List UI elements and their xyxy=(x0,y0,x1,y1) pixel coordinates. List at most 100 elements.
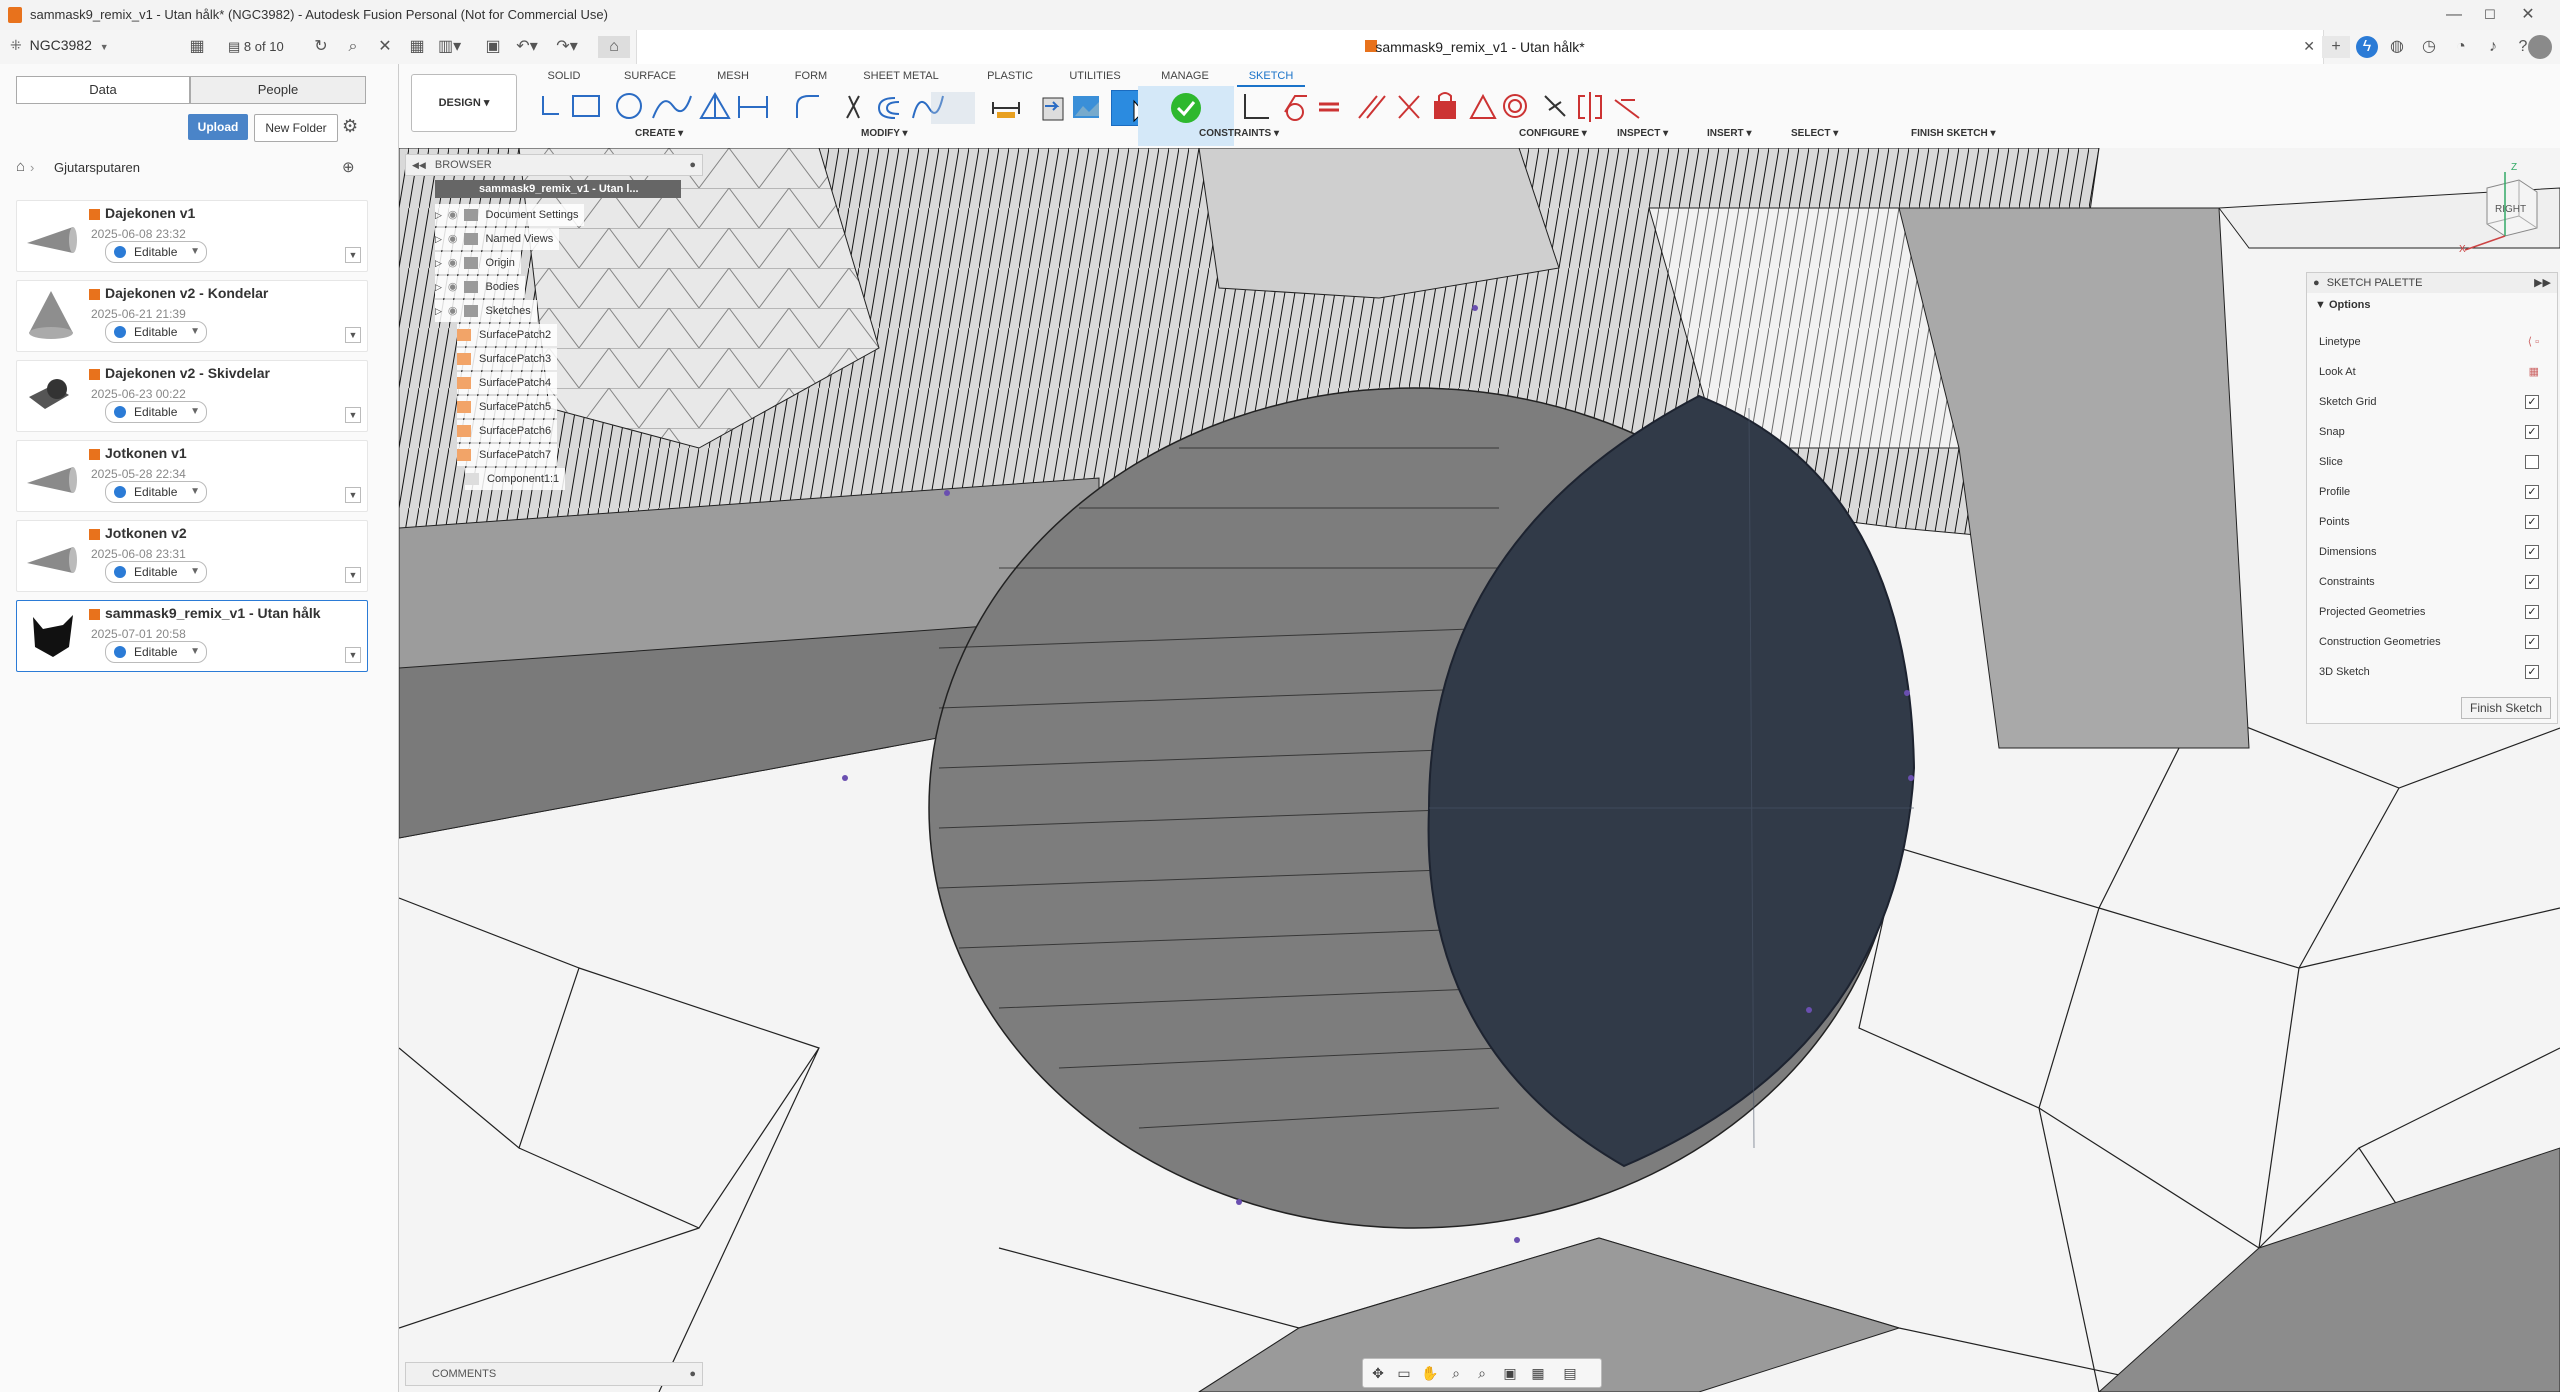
upload-button[interactable]: Upload xyxy=(188,114,248,140)
orbit-icon[interactable]: ✥ xyxy=(1367,1363,1389,1383)
viewcube[interactable]: RIGHT Z X xyxy=(2459,158,2555,258)
mesh-model-canvas[interactable] xyxy=(399,148,2560,1392)
checkbox[interactable]: ✓ xyxy=(2525,425,2539,439)
tab-sheet-metal[interactable]: SHEET METAL xyxy=(861,67,941,85)
file-options-icon[interactable]: ▼ xyxy=(345,327,361,343)
editable-status-button[interactable]: Editable ▼ xyxy=(105,561,207,583)
tab-solid[interactable]: SOLID xyxy=(535,67,593,85)
editable-status-button[interactable]: Editable ▼ xyxy=(105,321,207,343)
zoom-icon[interactable]: ⌕ xyxy=(1445,1363,1467,1383)
checkbox[interactable]: ✓ xyxy=(2525,485,2539,499)
visibility-icon[interactable]: ◉ xyxy=(448,257,458,269)
expand-triangle-icon[interactable]: ▷ xyxy=(435,258,442,268)
file-options-icon[interactable]: ▼ xyxy=(345,487,361,503)
expand-icon[interactable]: ▶▶ xyxy=(2534,273,2551,293)
browser-item[interactable]: ▷ ◉ Sketches xyxy=(435,300,537,322)
tab-mesh[interactable]: MESH xyxy=(711,67,755,85)
browser-header[interactable]: ◀◀ BROWSER ● xyxy=(405,154,703,176)
visibility-icon[interactable]: ◉ xyxy=(448,281,458,293)
new-folder-button[interactable]: New Folder xyxy=(254,114,338,142)
document-tab[interactable]: sammask9_remix_v1 - Utan hålk* ✕ xyxy=(636,30,2324,64)
refresh-icon[interactable]: ↻ xyxy=(310,36,332,58)
insert-menu[interactable]: INSERT ▾ xyxy=(1707,128,1751,139)
finish-sketch-button[interactable]: Finish Sketch xyxy=(2461,697,2551,719)
3d-viewport[interactable]: RIGHT Z X xyxy=(399,148,2560,1392)
browser-item[interactable]: SurfacePatch3 xyxy=(457,348,558,370)
tab-manage[interactable]: MANAGE xyxy=(1153,67,1217,85)
browser-item[interactable]: ▷ ◉ Origin xyxy=(435,252,521,274)
tab-utilities[interactable]: UTILITIES xyxy=(1063,67,1127,85)
constraints-menu[interactable]: CONSTRAINTS ▾ xyxy=(1199,128,1279,139)
browser-item[interactable]: SurfacePatch7 xyxy=(457,444,558,466)
tab-data[interactable]: Data xyxy=(16,76,190,104)
new-tab-icon[interactable]: + xyxy=(2322,36,2350,58)
editable-status-button[interactable]: Editable ▼ xyxy=(105,481,207,503)
modify-menu[interactable]: MODIFY ▾ xyxy=(861,128,908,139)
inspect-measure-icon[interactable] xyxy=(989,94,1023,122)
expand-triangle-icon[interactable]: ▷ xyxy=(435,306,442,316)
file-menu-icon[interactable]: ▥▾ xyxy=(438,36,461,58)
tab-form[interactable]: FORM xyxy=(789,67,833,85)
file-options-icon[interactable]: ▼ xyxy=(345,647,361,663)
checkbox[interactable]: ✓ xyxy=(2525,575,2539,589)
grid-icon[interactable]: ▦ xyxy=(186,36,208,58)
inspect-menu[interactable]: INSPECT ▾ xyxy=(1617,128,1668,139)
file-options-icon[interactable]: ▼ xyxy=(345,567,361,583)
browser-item[interactable]: Component1:1 xyxy=(465,468,566,490)
maximize-icon[interactable]: ☐ xyxy=(2472,4,2508,26)
tab-people[interactable]: People xyxy=(190,76,366,104)
linetype-icon[interactable]: ⟨ ▫ xyxy=(2528,327,2539,357)
select-menu[interactable]: SELECT ▾ xyxy=(1791,128,1838,139)
editable-status-button[interactable]: Editable ▼ xyxy=(105,401,207,423)
visibility-icon[interactable]: ◉ xyxy=(448,233,458,245)
update-icon[interactable]: ◔ xyxy=(2450,36,2472,58)
file-item[interactable]: Jotkonen v2 2025-06-08 23:31 Editable ▼ ▼ xyxy=(16,520,368,592)
checkbox[interactable]: ✓ xyxy=(2525,515,2539,529)
workspace-switcher[interactable]: DESIGN ▾ xyxy=(411,74,517,132)
configure-menu[interactable]: CONFIGURE ▾ xyxy=(1519,128,1587,139)
gear-icon[interactable]: ⚙ xyxy=(342,116,358,137)
display-settings-icon[interactable]: ▣ xyxy=(1499,1363,1521,1383)
job-monitor-icon[interactable]: ◷ xyxy=(2418,36,2440,58)
search-icon[interactable]: ⌕ xyxy=(342,36,364,58)
avatar[interactable] xyxy=(2528,35,2552,59)
editable-status-button[interactable]: Editable ▼ xyxy=(105,241,207,263)
file-options-icon[interactable]: ▼ xyxy=(345,247,361,263)
fit-icon[interactable]: ⌕ xyxy=(1471,1363,1493,1383)
browser-item[interactable]: SurfacePatch4 xyxy=(457,372,558,394)
comments-panel[interactable]: COMMENTS ● xyxy=(405,1362,703,1386)
browser-root-item[interactable]: sammask9_remix_v1 - Utan l... xyxy=(435,180,681,198)
tab-plastic[interactable]: PLASTIC xyxy=(977,67,1043,85)
undo-icon[interactable]: ↶▾ xyxy=(516,36,538,58)
look-at-icon[interactable]: ▭ xyxy=(1393,1363,1415,1383)
browser-item[interactable]: SurfacePatch5 xyxy=(457,396,558,418)
expand-triangle-icon[interactable]: ▷ xyxy=(435,234,442,244)
browser-item[interactable]: ▷ ◉ Document Settings xyxy=(435,204,585,226)
file-item[interactable]: Dajekonen v2 - Skivdelar 2025-06-23 00:22… xyxy=(16,360,368,432)
viewports-icon[interactable]: ▤ xyxy=(1559,1363,1581,1383)
configure-icon[interactable] xyxy=(931,92,975,124)
insert-image-icon[interactable] xyxy=(1071,92,1101,124)
create-menu[interactable]: CREATE ▾ xyxy=(635,128,683,139)
redo-icon[interactable]: ↷▾ xyxy=(556,36,578,58)
hub-switcher[interactable]: ⁜ NGC3982 ▼ xyxy=(10,37,109,54)
browser-item[interactable]: ▷ ◉ Named Views xyxy=(435,228,560,250)
file-item[interactable]: Dajekonen v2 - Kondelar 2025-06-21 21:39 E… xyxy=(16,280,368,352)
close-tab-icon[interactable]: ✕ xyxy=(2303,38,2315,55)
data-panel-icon[interactable]: ▦ xyxy=(406,36,428,58)
collapse-icon[interactable]: ◀◀ xyxy=(412,160,426,170)
breadcrumb[interactable]: Gjutarsputaren xyxy=(54,160,140,175)
pin-icon[interactable]: ● xyxy=(689,1363,696,1385)
expand-triangle-icon[interactable]: ▷ xyxy=(435,210,442,220)
visibility-icon[interactable]: ◉ xyxy=(448,305,458,317)
browser-item[interactable]: SurfacePatch6 xyxy=(457,420,558,442)
tab-sketch[interactable]: SKETCH xyxy=(1237,67,1305,87)
save-icon[interactable]: ▣ xyxy=(482,36,504,58)
online-status-icon[interactable]: ◍ xyxy=(2386,36,2408,58)
job-status[interactable]: ▤ 8 of 10 xyxy=(228,39,284,55)
project-settings-icon[interactable]: ⊕ xyxy=(342,158,355,176)
editable-status-button[interactable]: Editable ▼ xyxy=(105,641,207,663)
visibility-icon[interactable]: ◉ xyxy=(448,209,458,221)
checkbox[interactable]: ✓ xyxy=(2525,665,2539,679)
grid-settings-icon[interactable]: ▦ xyxy=(1527,1363,1549,1383)
